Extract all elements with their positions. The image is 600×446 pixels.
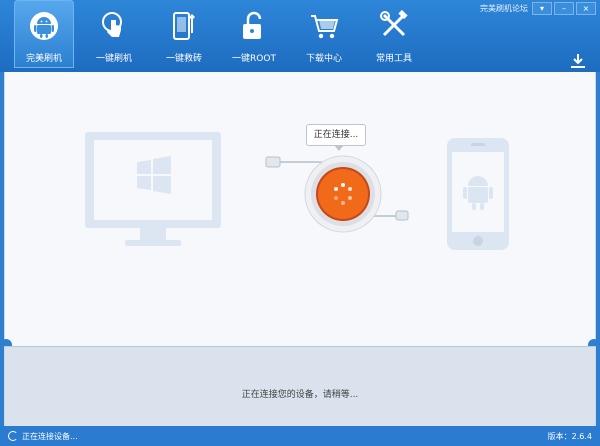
connect-animation xyxy=(265,155,409,233)
tools-icon xyxy=(380,10,408,37)
unlock-icon xyxy=(243,11,262,39)
status-text: 正在连接设备... xyxy=(22,432,78,441)
nav-one-click-flash[interactable]: 一键刷机 xyxy=(84,0,144,68)
nav-label: 常用工具 xyxy=(375,54,412,64)
minimize-button[interactable]: – xyxy=(554,2,574,15)
info-panel: 正在连接您的设备，请稍等... xyxy=(4,346,596,426)
nav-label: 一键救砖 xyxy=(165,54,202,64)
window-controls: ▾ – × xyxy=(532,2,596,15)
status-bar: 正在连接设备... 版本：2.6.4 xyxy=(0,426,600,446)
nav-perfect-flash[interactable]: 完美刷机 xyxy=(14,0,74,68)
loading-icon xyxy=(8,431,18,441)
nav-label: 一键刷机 xyxy=(95,54,132,64)
forum-link[interactable]: 完美刷机论坛 xyxy=(480,3,528,14)
version-label: 版本：2.6.4 xyxy=(547,432,592,441)
nav-common-tools[interactable]: 常用工具 xyxy=(364,0,424,68)
phone-icon xyxy=(447,138,509,250)
nav-label: 下载中心 xyxy=(305,54,342,64)
cart-icon xyxy=(311,15,339,39)
nav-label: 一键ROOT xyxy=(232,54,276,64)
header-bar: 完美刷机论坛 ▾ – × 完美刷机 一键刷机 一键救砖 一键ROOT 下载中心 … xyxy=(0,0,600,72)
nav-download-center[interactable]: 下载中心 xyxy=(294,0,354,68)
nav-unbrick[interactable]: 一键救砖 xyxy=(154,0,214,68)
connection-message: 正在连接您的设备，请稍等... xyxy=(241,390,359,400)
phone-wrench-icon xyxy=(173,12,195,40)
nav-label: 完美刷机 xyxy=(25,54,62,64)
menu-button[interactable]: ▾ xyxy=(532,2,552,15)
download-icon[interactable] xyxy=(569,52,587,70)
nav-one-click-root[interactable]: 一键ROOT xyxy=(224,0,284,68)
connecting-tooltip: 正在连接... xyxy=(306,124,366,151)
main-nav: 完美刷机 一键刷机 一键救砖 一键ROOT 下载中心 常用工具 xyxy=(14,0,434,68)
touch-icon xyxy=(102,12,122,37)
main-area: 正在连接... xyxy=(4,72,596,346)
computer-icon xyxy=(85,132,221,246)
close-button[interactable]: × xyxy=(576,2,596,15)
android-icon xyxy=(30,12,58,40)
